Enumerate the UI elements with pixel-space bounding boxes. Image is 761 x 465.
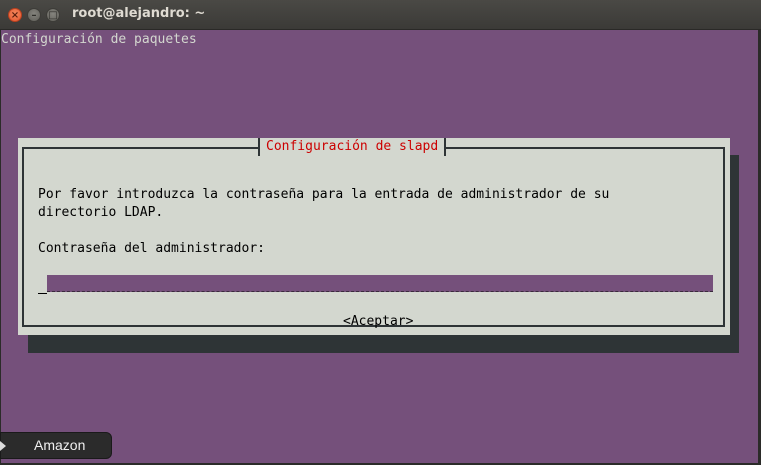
launcher-tooltip: Amazon	[0, 432, 112, 459]
dialog-message-line-2: directorio LDAP.	[38, 205, 164, 220]
password-input[interactable]	[47, 275, 713, 292]
tooltip-arrow-icon	[0, 441, 6, 451]
window-titlebar[interactable]: × – □ root@alejandro: ~	[0, 0, 761, 30]
package-config-header: Configuración de paquetes	[1, 32, 197, 47]
dialog-message-line-1: Por favor introduzca la contraseña para …	[38, 187, 610, 202]
launcher-tooltip-label: Amazon	[34, 437, 86, 453]
slapd-dialog: Configuración de slapd Por favor introdu…	[18, 138, 730, 335]
accept-button[interactable]: <Aceptar>	[343, 313, 413, 331]
terminal-window: × – □ root@alejandro: ~ Configuración de…	[0, 0, 761, 465]
minimize-icon[interactable]: –	[27, 8, 41, 22]
password-field-label: Contraseña del administrador:	[38, 241, 265, 256]
window-title: root@alejandro: ~	[72, 6, 206, 21]
dialog-frame	[22, 147, 725, 327]
maximize-icon[interactable]: □	[46, 8, 60, 22]
terminal-area[interactable]: Configuración de paquetes Configuración …	[1, 30, 758, 463]
close-icon[interactable]: ×	[8, 8, 22, 22]
dialog-title: Configuración de slapd	[258, 138, 447, 156]
text-cursor	[38, 279, 47, 294]
